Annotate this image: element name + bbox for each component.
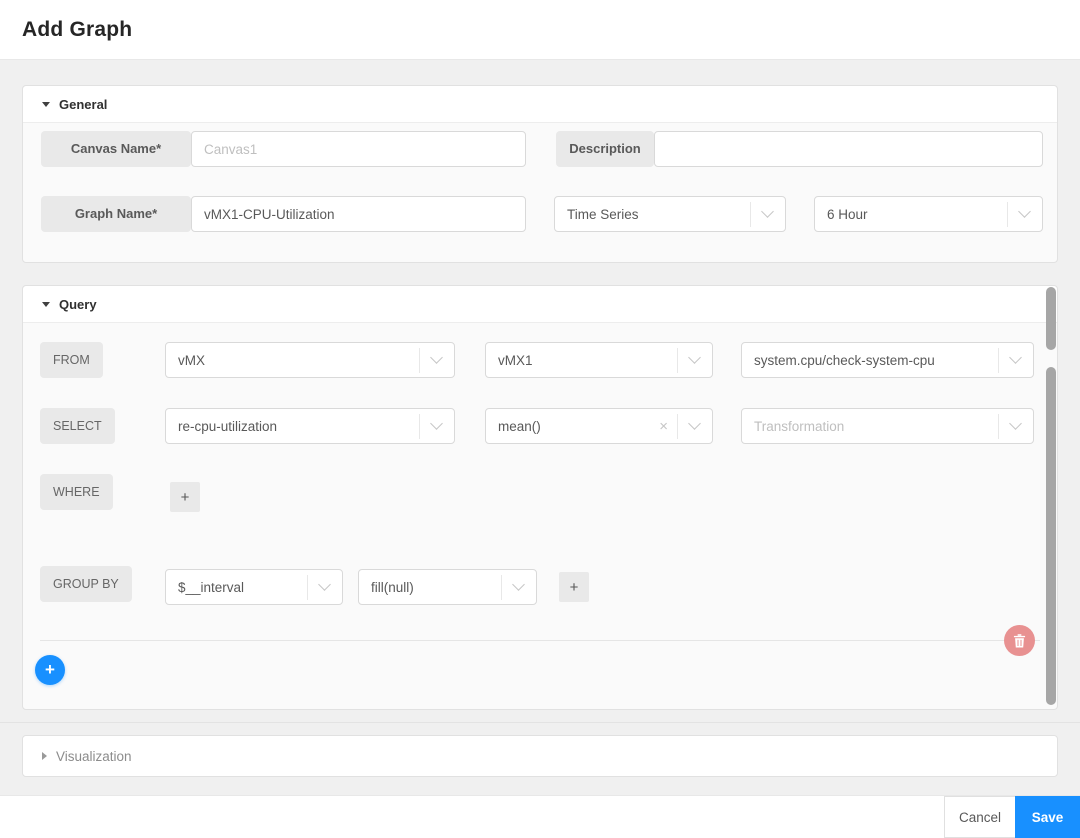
general-row-1: Canvas Name* Description — [23, 131, 1057, 167]
plus-icon: + — [180, 488, 190, 506]
query-section-title: Query — [59, 296, 97, 312]
chevron-down-icon — [429, 351, 444, 364]
caret-down-icon — [42, 101, 50, 107]
general-section-title: General — [59, 96, 108, 112]
time-range-value: 6 Hour — [827, 206, 868, 222]
canvas-name-label: Canvas Name* — [41, 131, 191, 167]
plus-icon: + — [45, 660, 55, 679]
page-title: Add Graph — [22, 17, 133, 41]
select-divider — [1007, 201, 1008, 227]
select-divider — [998, 347, 999, 373]
from-device-type-select[interactable]: vMX — [165, 342, 455, 378]
aggregation-select[interactable]: mean() × — [485, 408, 713, 444]
chevron-down-icon — [429, 417, 444, 430]
description-label: Description — [556, 131, 654, 167]
from-device-select[interactable]: vMX1 — [485, 342, 713, 378]
general-row-2: Graph Name* Time Series 6 Hour — [23, 196, 1057, 232]
query-item-divider — [40, 640, 1040, 641]
description-input[interactable] — [654, 131, 1043, 167]
from-label: FROM — [40, 342, 103, 378]
query-section-header[interactable]: Query — [23, 286, 1057, 323]
chevron-down-icon — [1017, 205, 1032, 218]
select-divider — [419, 413, 420, 439]
chevron-down-icon — [687, 351, 702, 364]
query-section: Query FROM vMX vMX1 system.cpu/check-sys… — [22, 285, 1058, 710]
time-range-select[interactable]: 6 Hour — [814, 196, 1043, 232]
trash-icon — [1013, 633, 1026, 647]
group-by-label: GROUP BY — [40, 566, 132, 602]
save-button[interactable]: Save — [1015, 796, 1080, 838]
cancel-button[interactable]: Cancel — [944, 796, 1016, 838]
transformation-placeholder: Transformation — [754, 418, 845, 434]
graph-name-input[interactable] — [191, 196, 526, 232]
visualization-section-title: Visualization — [56, 748, 132, 764]
select-divider — [307, 574, 308, 600]
transformation-select[interactable]: Transformation — [741, 408, 1034, 444]
group-by-interval-value: $__interval — [178, 579, 245, 595]
select-field-value: re-cpu-utilization — [178, 418, 278, 434]
chevron-down-icon — [1008, 417, 1023, 430]
select-field-select[interactable]: re-cpu-utilization — [165, 408, 455, 444]
from-device-type-value: vMX — [178, 352, 205, 368]
delete-query-button[interactable] — [1004, 625, 1035, 656]
chevron-down-icon — [760, 205, 775, 218]
group-by-fill-value: fill(null) — [371, 579, 414, 595]
chevron-down-icon — [511, 578, 526, 591]
select-label: SELECT — [40, 408, 115, 444]
group-by-interval-select[interactable]: $__interval — [165, 569, 343, 605]
caret-down-icon — [42, 301, 50, 307]
chevron-down-icon — [317, 578, 332, 591]
plus-icon: + — [569, 578, 579, 596]
general-section-header[interactable]: General — [23, 86, 1057, 123]
select-divider — [501, 574, 502, 600]
caret-right-icon — [42, 752, 47, 760]
chevron-down-icon — [687, 417, 702, 430]
graph-name-label: Graph Name* — [41, 196, 191, 232]
scrollbar-thumb[interactable] — [1046, 287, 1056, 350]
add-query-button[interactable]: + — [35, 655, 65, 685]
select-divider — [750, 201, 751, 227]
visualization-section: Visualization — [22, 735, 1058, 777]
dialog-footer: Cancel Save — [0, 795, 1080, 838]
group-by-fill-select[interactable]: fill(null) — [358, 569, 537, 605]
from-measurement-select[interactable]: system.cpu/check-system-cpu — [741, 342, 1034, 378]
select-divider — [677, 347, 678, 373]
general-section: General Canvas Name* Description Graph N… — [22, 85, 1058, 263]
from-device-value: vMX1 — [498, 352, 533, 368]
query-scrollbar-thumb[interactable] — [1046, 367, 1056, 705]
graph-type-value: Time Series — [567, 206, 639, 222]
aggregation-value: mean() — [498, 418, 541, 434]
select-divider — [677, 413, 678, 439]
where-add-button[interactable]: + — [170, 482, 200, 512]
select-divider — [419, 347, 420, 373]
where-label: WHERE — [40, 474, 113, 510]
clear-icon[interactable]: × — [659, 418, 668, 435]
select-divider — [998, 413, 999, 439]
dialog-header: Add Graph — [0, 0, 1080, 60]
from-measurement-value: system.cpu/check-system-cpu — [754, 352, 935, 368]
section-divider — [0, 722, 1080, 723]
graph-type-select[interactable]: Time Series — [554, 196, 786, 232]
canvas-name-input[interactable] — [191, 131, 526, 167]
chevron-down-icon — [1008, 351, 1023, 364]
group-by-add-button[interactable]: + — [559, 572, 589, 602]
visualization-section-header[interactable]: Visualization — [23, 736, 1057, 776]
